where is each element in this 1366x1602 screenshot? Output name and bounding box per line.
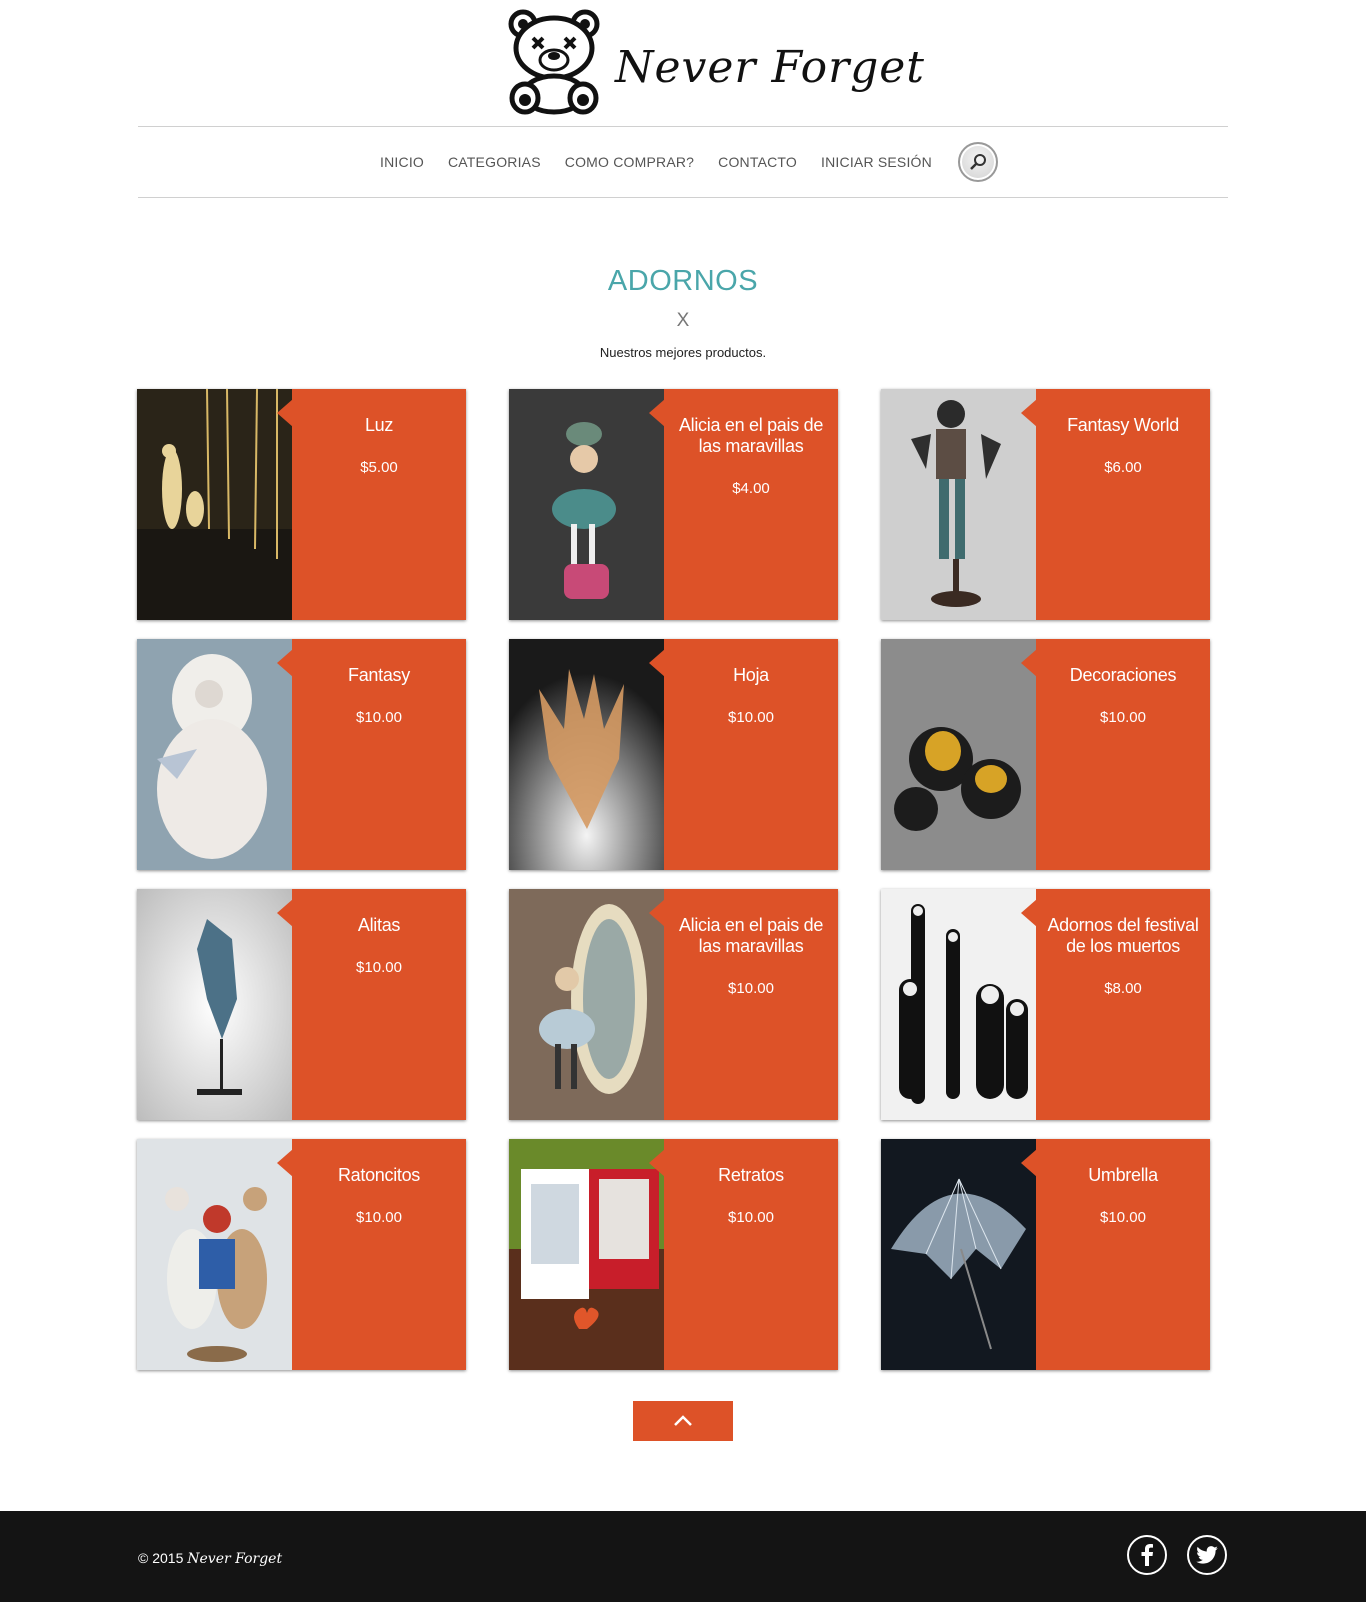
facebook-link[interactable] [1127, 1535, 1167, 1575]
product-card[interactable]: Alitas $10.00 [137, 889, 466, 1120]
product-image [881, 1139, 1036, 1370]
product-info: Fantasy World $6.00 [1036, 389, 1210, 620]
product-price: $10.00 [728, 709, 774, 726]
card-notch [277, 649, 293, 677]
product-name[interactable]: Fantasy World [1044, 415, 1202, 436]
product-price: $10.00 [356, 959, 402, 976]
card-notch [649, 399, 665, 427]
search-button[interactable] [957, 142, 998, 182]
product-price: $8.00 [1104, 980, 1142, 997]
nav-item-inicio[interactable]: INICIO [368, 154, 436, 170]
product-price: $10.00 [728, 980, 774, 997]
card-notch [277, 399, 293, 427]
nav-item-categorias[interactable]: CATEGORIAS [436, 154, 553, 170]
card-notch [1021, 399, 1037, 427]
brand-name: Never Forget [615, 42, 925, 93]
product-card[interactable]: Decoraciones $10.00 [881, 639, 1210, 870]
product-info: Umbrella $10.00 [1036, 1139, 1210, 1370]
product-name[interactable]: Ratoncitos [300, 1165, 458, 1186]
product-name[interactable]: Retratos [672, 1165, 830, 1186]
product-card[interactable]: Alicia en el pais de las maravillas $10.… [509, 889, 838, 1120]
card-notch [277, 899, 293, 927]
card-notch [649, 899, 665, 927]
product-image [509, 639, 664, 870]
product-image [509, 389, 664, 620]
footer-brand: Never Forget [187, 1551, 283, 1567]
copyright-text: © 2015 [138, 1550, 184, 1566]
product-name[interactable]: Alicia en el pais de las maravillas [672, 915, 830, 957]
product-image [881, 639, 1036, 870]
product-image [881, 889, 1036, 1120]
section-subtitle: Nuestros mejores productos. [599, 345, 767, 360]
product-card[interactable]: Adornos del festival de los muertos $8.0… [881, 889, 1210, 1120]
card-notch [649, 1149, 665, 1177]
back-to-top-button[interactable] [633, 1401, 733, 1441]
site-logo[interactable]: Never Forget [507, 8, 924, 116]
product-image [137, 889, 292, 1120]
card-notch [277, 1149, 293, 1177]
product-card[interactable]: Hoja $10.00 [509, 639, 838, 870]
nav-item-iniciar-sesion[interactable]: INICIAR SESIÓN [809, 154, 944, 170]
teddy-bear-logo-icon [508, 9, 600, 115]
product-price: $10.00 [1100, 1209, 1146, 1226]
twitter-link[interactable] [1187, 1535, 1227, 1575]
section-x-mark: X [676, 310, 690, 331]
nav-item-contacto[interactable]: CONTACTO [706, 154, 809, 170]
product-name[interactable]: Decoraciones [1044, 665, 1202, 686]
product-card[interactable]: Umbrella $10.00 [881, 1139, 1210, 1370]
product-price: $10.00 [1100, 709, 1146, 726]
nav-item-como-comprar[interactable]: COMO COMPRAR? [553, 154, 706, 170]
product-image [881, 389, 1036, 620]
main-nav: INICIO CATEGORIAS COMO COMPRAR? CONTACTO… [0, 138, 1366, 186]
product-name[interactable]: Luz [300, 415, 458, 436]
product-info: Retratos $10.00 [664, 1139, 838, 1370]
product-card[interactable]: Alicia en el pais de las maravillas $4.0… [509, 389, 838, 620]
header-divider-top [138, 126, 1228, 127]
product-image [137, 1139, 292, 1370]
footer-copyright: © 2015 Never Forget [138, 1550, 282, 1567]
product-info: Alitas $10.00 [292, 889, 466, 1120]
product-info: Ratoncitos $10.00 [292, 1139, 466, 1370]
product-card[interactable]: Retratos $10.00 [509, 1139, 838, 1370]
card-notch [649, 649, 665, 677]
product-info: Alicia en el pais de las maravillas $10.… [664, 889, 838, 1120]
product-image [509, 889, 664, 1120]
product-name[interactable]: Fantasy [300, 665, 458, 686]
product-card[interactable]: Fantasy World $6.00 [881, 389, 1210, 620]
product-grid: Luz $5.00 Alicia en el pais de las marav… [137, 389, 1211, 1373]
product-price: $5.00 [360, 459, 398, 476]
card-notch [1021, 649, 1037, 677]
product-info: Hoja $10.00 [664, 639, 838, 870]
twitter-icon [1196, 1546, 1218, 1564]
site-footer: © 2015 Never Forget [0, 1511, 1366, 1602]
product-price: $10.00 [728, 1209, 774, 1226]
page-title: ADORNOS [607, 265, 759, 297]
product-card[interactable]: Luz $5.00 [137, 389, 466, 620]
product-name[interactable]: Alitas [300, 915, 458, 936]
product-info: Luz $5.00 [292, 389, 466, 620]
product-price: $4.00 [732, 480, 770, 497]
product-price: $6.00 [1104, 459, 1142, 476]
product-name[interactable]: Alicia en el pais de las maravillas [672, 415, 830, 457]
product-name[interactable]: Umbrella [1044, 1165, 1202, 1186]
product-price: $10.00 [356, 709, 402, 726]
product-card[interactable]: Fantasy $10.00 [137, 639, 466, 870]
product-info: Alicia en el pais de las maravillas $4.0… [664, 389, 838, 620]
product-name[interactable]: Adornos del festival de los muertos [1044, 915, 1202, 957]
product-image [137, 389, 292, 620]
product-card[interactable]: Ratoncitos $10.00 [137, 1139, 466, 1370]
header-divider-bottom [138, 197, 1228, 198]
product-info: Fantasy $10.00 [292, 639, 466, 870]
product-info: Decoraciones $10.00 [1036, 639, 1210, 870]
product-name[interactable]: Hoja [672, 665, 830, 686]
search-icon [970, 154, 986, 170]
product-image [509, 1139, 664, 1370]
chevron-up-icon [674, 1415, 692, 1426]
facebook-icon [1141, 1544, 1153, 1566]
product-image [137, 639, 292, 870]
product-info: Adornos del festival de los muertos $8.0… [1036, 889, 1210, 1120]
card-notch [1021, 899, 1037, 927]
product-price: $10.00 [356, 1209, 402, 1226]
card-notch [1021, 1149, 1037, 1177]
